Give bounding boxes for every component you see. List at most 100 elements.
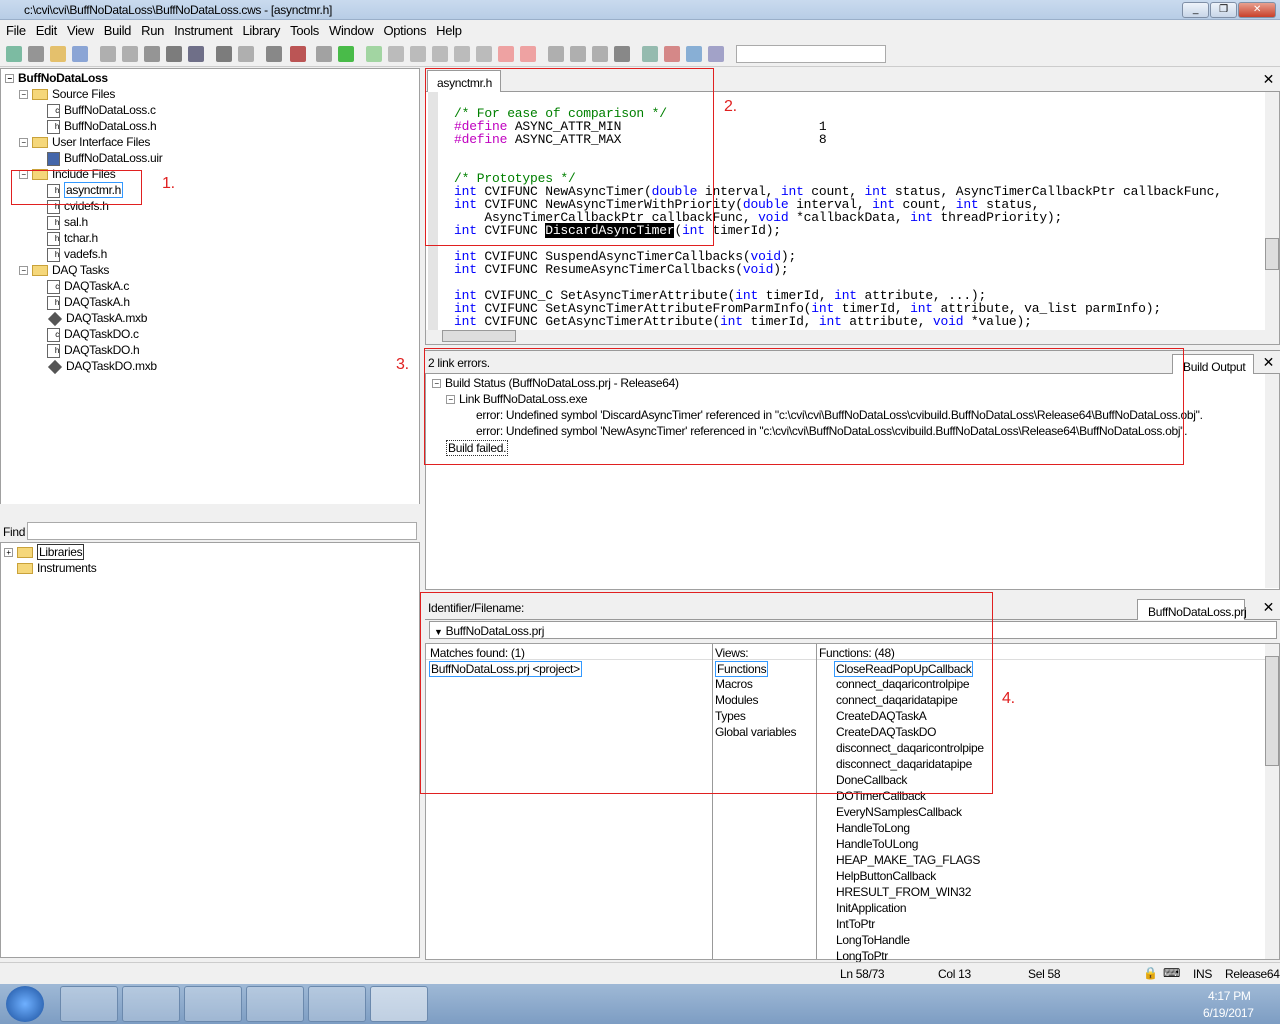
restore-button[interactable]: ❐ <box>1210 2 1237 18</box>
toolbar-icon[interactable] <box>454 46 470 62</box>
function-item[interactable]: InitApplication <box>836 901 907 915</box>
tree-item-buffnodataloss-h[interactable]: h BuffNoDataLoss.h <box>47 119 157 134</box>
tree-item-daqtaskdo-h[interactable]: h DAQTaskDO.h <box>47 343 140 358</box>
code-line: int CVIFUNC ResumeAsyncTimerCallbacks(vo… <box>454 262 789 277</box>
toolbar-icon[interactable] <box>50 46 66 62</box>
tab-source-browser[interactable]: BuffNoDataLoss.prj <box>1137 599 1247 620</box>
toolbar-icon[interactable] <box>122 46 138 62</box>
build-output-scrollbar[interactable] <box>1265 374 1279 588</box>
tree-item-tchar-h[interactable]: h tchar.h <box>47 231 98 246</box>
tree-item-daqtaska-c[interactable]: c DAQTaskA.c <box>47 279 129 294</box>
editor-vertical-scrollbar[interactable] <box>1265 92 1279 330</box>
menu-window[interactable]: Window <box>323 20 377 38</box>
menu-tools[interactable]: Tools <box>284 20 323 38</box>
tree-item-buffnodataloss-uir[interactable]: BuffNoDataLoss.uir <box>47 151 163 166</box>
tab-build-output[interactable]: Build Output <box>1172 354 1254 375</box>
toolbar-icon[interactable] <box>686 46 702 62</box>
tree-item-source-files[interactable]: − Source Files <box>19 87 115 101</box>
function-item[interactable]: LongToPtr <box>836 949 888 963</box>
chrome-taskbar-icon[interactable] <box>122 986 180 1022</box>
toolbar-icon[interactable] <box>410 46 426 62</box>
function-item[interactable]: HRESULT_FROM_WIN32 <box>836 885 971 899</box>
tree-item-daqtaska-h[interactable]: h DAQTaskA.h <box>47 295 130 310</box>
toolbar-icon[interactable] <box>72 46 88 62</box>
toolbar-icon[interactable] <box>476 46 492 62</box>
collapse-icon[interactable]: − <box>19 138 28 148</box>
toolbar-icon[interactable] <box>216 46 232 62</box>
tree-item-daqtaskdo-mxb[interactable]: DAQTaskDO.mxb <box>47 359 157 374</box>
collapse-icon[interactable]: − <box>19 266 28 276</box>
toolbar-icon[interactable] <box>166 46 182 62</box>
function-item[interactable]: HelpButtonCallback <box>836 869 936 883</box>
toolbar-icon[interactable] <box>266 46 282 62</box>
function-item[interactable]: IntToPtr <box>836 917 875 931</box>
toolbar-icon[interactable] <box>316 46 332 62</box>
tree-item-buffnodataloss-c[interactable]: c BuffNoDataLoss.c <box>47 103 156 118</box>
tree-item-user-interface-files[interactable]: − User Interface Files <box>19 135 150 149</box>
tree-item-sal-h[interactable]: h sal.h <box>47 215 88 230</box>
toolbar-icon[interactable] <box>642 46 658 62</box>
control-panel-taskbar-icon[interactable] <box>184 986 242 1022</box>
explorer-taskbar-icon[interactable] <box>60 986 118 1022</box>
project-root[interactable]: − BuffNoDataLoss <box>5 71 108 85</box>
toolbar-icon[interactable] <box>498 46 514 62</box>
toolbar-icon[interactable] <box>290 46 306 62</box>
menu-options[interactable]: Options <box>377 20 430 38</box>
tree-item-daqtaskdo-c[interactable]: c DAQTaskDO.c <box>47 327 139 342</box>
toolbar-icon[interactable] <box>100 46 116 62</box>
folder-icon <box>32 265 48 277</box>
toolbar-icon[interactable] <box>144 46 160 62</box>
tree-horizontal-scrollbar[interactable] <box>0 504 420 516</box>
minimize-button[interactable]: _ <box>1182 2 1209 18</box>
tree-item-daqtaska-mxb[interactable]: DAQTaskA.mxb <box>47 311 147 326</box>
function-item[interactable]: HandleToLong <box>836 821 910 835</box>
start-button[interactable] <box>6 986 44 1022</box>
editor-horizontal-scrollbar[interactable] <box>426 330 1279 344</box>
toolbar-icon[interactable] <box>388 46 404 62</box>
menu-build[interactable]: Build <box>98 20 135 38</box>
toolbar-icon[interactable] <box>520 46 536 62</box>
toolbar-icon[interactable] <box>592 46 608 62</box>
toolbar-icon[interactable] <box>188 46 204 62</box>
find-input[interactable] <box>27 522 417 540</box>
toolbar-icon[interactable] <box>338 46 354 62</box>
annotation-label-4: 4. <box>1002 690 1015 707</box>
menu-run[interactable]: Run <box>135 20 168 38</box>
function-item[interactable]: EveryNSamplesCallback <box>836 805 962 819</box>
menu-view[interactable]: View <box>61 20 98 38</box>
collapse-icon[interactable]: − <box>19 90 28 100</box>
toolbar-icon[interactable] <box>28 46 44 62</box>
function-item[interactable]: HandleToULong <box>836 837 918 851</box>
menu-file[interactable]: File <box>0 20 30 38</box>
menu-library[interactable]: Library <box>237 20 285 38</box>
menu-help[interactable]: Help <box>430 20 466 38</box>
cvi-taskbar-icon[interactable] <box>370 986 428 1022</box>
word-taskbar-icon[interactable] <box>246 986 304 1022</box>
editor-close-button[interactable]: ✕ <box>1263 71 1275 88</box>
toolbar-icon[interactable] <box>614 46 630 62</box>
function-item[interactable]: HEAP_MAKE_TAG_FLAGS <box>836 853 980 867</box>
tree-item-vadefs-h[interactable]: h vadefs.h <box>47 247 107 262</box>
toolbar-icon[interactable] <box>664 46 680 62</box>
c-file-icon: c <box>47 279 60 294</box>
tree-item-daq-tasks[interactable]: − DAQ Tasks <box>19 263 109 277</box>
toolbar-combo[interactable] <box>736 45 886 63</box>
source-browser-close-button[interactable]: ✕ <box>1263 599 1275 616</box>
paint-taskbar-icon[interactable] <box>308 986 366 1022</box>
libraries-node[interactable]: + Libraries <box>4 544 85 560</box>
build-output-close-button[interactable]: ✕ <box>1263 354 1275 371</box>
menu-instrument[interactable]: Instrument <box>168 20 236 38</box>
toolbar-icon[interactable] <box>570 46 586 62</box>
toolbar-icon[interactable] <box>6 46 22 62</box>
toolbar-icon[interactable] <box>708 46 724 62</box>
instruments-node[interactable]: Instruments <box>17 561 97 575</box>
toolbar-icon[interactable] <box>238 46 254 62</box>
toolbar-icon[interactable] <box>432 46 448 62</box>
menu-edit[interactable]: Edit <box>30 20 61 38</box>
annotation-box-4 <box>420 592 993 794</box>
toolbar-icon[interactable] <box>366 46 382 62</box>
toolbar-icon[interactable] <box>548 46 564 62</box>
functions-scrollbar[interactable] <box>1265 644 1279 959</box>
function-item[interactable]: LongToHandle <box>836 933 910 947</box>
close-button[interactable]: ✕ <box>1238 2 1276 18</box>
